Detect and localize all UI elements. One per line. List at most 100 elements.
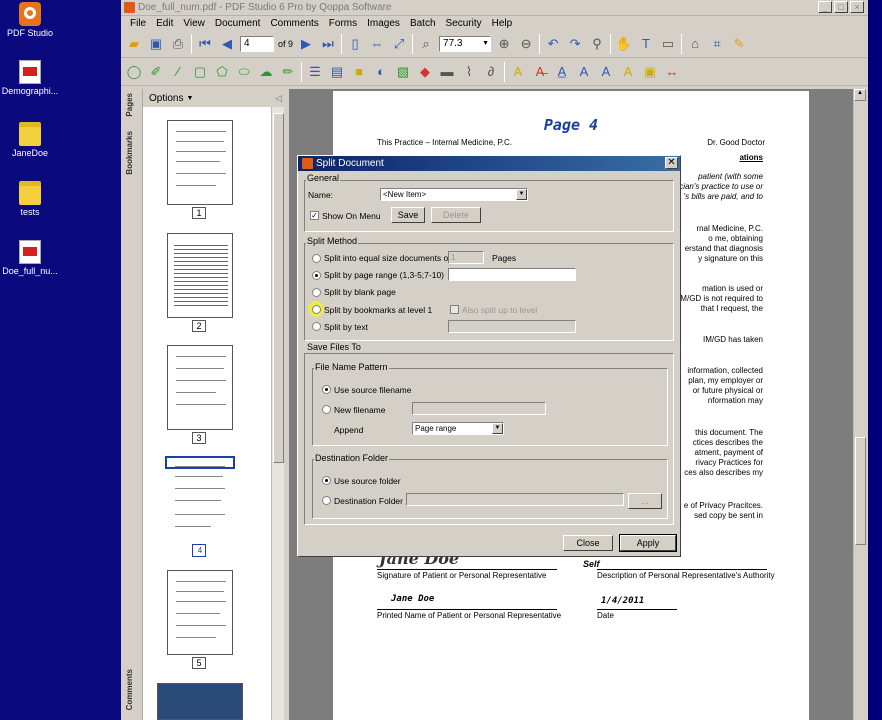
squiggly-icon[interactable]: A bbox=[575, 63, 593, 81]
last-page-icon[interactable]: ⏭ bbox=[319, 35, 337, 53]
apply-button[interactable]: Apply bbox=[619, 534, 677, 552]
binoculars-icon[interactable]: ⚲ bbox=[588, 35, 606, 53]
snapshot-icon[interactable]: ▭ bbox=[659, 35, 677, 53]
oval-icon[interactable]: ⬭ bbox=[235, 63, 253, 81]
tab-comments[interactable]: Comments bbox=[125, 669, 134, 710]
crop-icon[interactable]: ⌗ bbox=[708, 35, 726, 53]
page-thumbnail-3[interactable] bbox=[167, 345, 233, 430]
menu-security[interactable]: Security bbox=[441, 18, 487, 29]
menu-forms[interactable]: Forms bbox=[324, 18, 362, 29]
sticky-note-icon[interactable]: ■ bbox=[350, 63, 368, 81]
typewriter-icon[interactable]: ▬ bbox=[438, 63, 456, 81]
split-text-radio[interactable] bbox=[312, 322, 321, 331]
split-blank-radio[interactable] bbox=[312, 288, 321, 297]
use-source-folder-radio[interactable] bbox=[322, 476, 331, 485]
previous-page-icon[interactable]: ◀ bbox=[218, 35, 236, 53]
append-select[interactable]: Page range ▼ bbox=[412, 422, 504, 435]
tab-pages[interactable]: Pages bbox=[125, 93, 134, 117]
hand-tool-icon[interactable]: ✋ bbox=[615, 35, 633, 53]
menu-comments[interactable]: Comments bbox=[265, 18, 323, 29]
close-window-button[interactable]: × bbox=[850, 1, 864, 13]
destination-folder-input[interactable] bbox=[406, 493, 624, 506]
highlight-text-icon[interactable]: A bbox=[509, 63, 527, 81]
dialog-titlebar[interactable]: Split Document ✕ bbox=[298, 156, 680, 171]
cloud-icon[interactable]: ☁ bbox=[257, 63, 275, 81]
chevron-down-icon[interactable]: ▼ bbox=[516, 189, 527, 200]
options-menu[interactable]: Options bbox=[149, 93, 183, 104]
page-thumbnail-1[interactable] bbox=[167, 120, 233, 205]
menu-images[interactable]: Images bbox=[362, 18, 405, 29]
page-thumbnail-5[interactable] bbox=[167, 570, 233, 655]
underline-icon[interactable]: A̲ bbox=[553, 63, 571, 81]
print-icon[interactable]: ⎙ bbox=[169, 35, 187, 53]
attachment-icon[interactable]: ∂ bbox=[482, 63, 500, 81]
fit-page-icon[interactable]: ⤢ bbox=[390, 35, 408, 53]
sound-icon[interactable]: ◐ bbox=[372, 63, 390, 81]
new-filename-input[interactable] bbox=[412, 402, 546, 415]
menu-edit[interactable]: Edit bbox=[151, 18, 178, 29]
delete-button[interactable]: Delete bbox=[431, 207, 481, 223]
insert-text-icon[interactable]: A bbox=[597, 63, 615, 81]
maximize-button[interactable]: □ bbox=[834, 1, 848, 13]
page-thumbnail-2[interactable] bbox=[167, 233, 233, 318]
use-source-filename-radio[interactable] bbox=[322, 385, 331, 394]
strikeout-icon[interactable]: A̶ bbox=[531, 63, 549, 81]
new-filename-radio[interactable] bbox=[322, 405, 331, 414]
window-titlebar[interactable]: Doe_full_num.pdf - PDF Studio 6 Pro by Q… bbox=[121, 0, 868, 16]
text-select-icon[interactable]: T bbox=[637, 35, 655, 53]
edit-icon[interactable]: ✎ bbox=[730, 35, 748, 53]
destination-folder-radio[interactable] bbox=[322, 496, 331, 505]
menu-file[interactable]: File bbox=[125, 18, 151, 29]
desktop-icon-doe-full[interactable]: Doe_full_nu... bbox=[0, 240, 60, 276]
menu-view[interactable]: View bbox=[178, 18, 210, 29]
split-bookmarks-radio[interactable] bbox=[312, 305, 321, 314]
highlighter-icon[interactable]: ✏ bbox=[279, 63, 297, 81]
dialog-close-icon[interactable]: ✕ bbox=[665, 157, 678, 169]
scrollbar-thumb[interactable] bbox=[855, 437, 866, 545]
browse-button[interactable]: ... bbox=[628, 493, 662, 509]
measure-icon[interactable]: ↔ bbox=[663, 63, 681, 81]
rotate-left-icon[interactable]: ↶ bbox=[544, 35, 562, 53]
replace-text-icon[interactable]: A bbox=[619, 63, 637, 81]
menu-document[interactable]: Document bbox=[210, 18, 266, 29]
page-number-input[interactable]: 4 bbox=[240, 35, 274, 52]
stamp-icon[interactable]: ⌂ bbox=[686, 35, 704, 53]
line-icon[interactable]: ⁄ bbox=[169, 63, 187, 81]
scroll-up-icon[interactable]: ▲ bbox=[854, 89, 866, 101]
single-page-view-icon[interactable]: ▯ bbox=[346, 35, 364, 53]
page-range-input[interactable] bbox=[448, 268, 576, 281]
sticky-note-circle-icon[interactable]: ◯ bbox=[125, 63, 143, 81]
pencil-icon[interactable]: ✐ bbox=[147, 63, 165, 81]
close-button[interactable]: Close bbox=[563, 535, 613, 551]
zoom-in-icon[interactable]: ⊕ bbox=[495, 35, 513, 53]
name-select[interactable]: <New Item> ▼ bbox=[380, 188, 528, 201]
split-text-input[interactable] bbox=[448, 320, 576, 333]
fit-width-icon[interactable]: ⇔ bbox=[368, 35, 386, 53]
collapse-panel-icon[interactable]: ◁ bbox=[275, 93, 282, 104]
chevron-down-icon[interactable]: ▼ bbox=[186, 95, 193, 102]
also-split-checkbox[interactable] bbox=[450, 305, 459, 314]
document-scrollbar[interactable]: ▲ bbox=[853, 89, 866, 720]
next-page-icon[interactable]: ▶ bbox=[297, 35, 315, 53]
desktop-icon-pdf-studio[interactable]: PDF Studio bbox=[0, 2, 60, 38]
open-folder-icon[interactable]: ▰ bbox=[125, 35, 143, 53]
zoom-dropdown-icon[interactable]: ▼ bbox=[482, 40, 489, 47]
first-page-icon[interactable]: ⏮ bbox=[196, 35, 214, 53]
page-thumbnail-6[interactable] bbox=[157, 683, 243, 720]
zoom-input[interactable]: 77.3 ▼ bbox=[439, 35, 492, 52]
equal-size-input[interactable]: 1 bbox=[448, 251, 484, 264]
menu-help[interactable]: Help bbox=[487, 18, 518, 29]
callout-icon[interactable]: ▤ bbox=[328, 63, 346, 81]
page-thumbnail-4[interactable] bbox=[165, 456, 235, 527]
rectangle-icon[interactable]: ▢ bbox=[191, 63, 209, 81]
desktop-icon-tests[interactable]: tests bbox=[0, 181, 60, 217]
rotate-right-icon[interactable]: ↷ bbox=[566, 35, 584, 53]
save-button[interactable]: Save bbox=[391, 207, 425, 223]
scrollbar-thumb[interactable] bbox=[273, 113, 284, 463]
tab-bookmarks[interactable]: Bookmarks bbox=[125, 131, 134, 175]
image-icon[interactable]: ▧ bbox=[394, 63, 412, 81]
polygon-icon[interactable]: ⬠ bbox=[213, 63, 231, 81]
desktop-icon-janedoe[interactable]: JaneDoe bbox=[0, 122, 60, 158]
desktop-icon-demographics[interactable]: Demographi... bbox=[0, 60, 60, 96]
text-box-icon[interactable]: ☰ bbox=[306, 63, 324, 81]
